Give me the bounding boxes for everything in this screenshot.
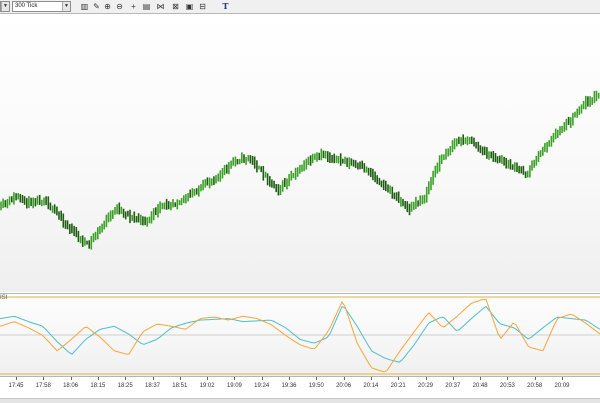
interval-value: 300 Tick bbox=[15, 3, 38, 9]
lock-icon[interactable]: ⊟ bbox=[197, 1, 208, 12]
horizontal-scrollbar[interactable] bbox=[0, 398, 600, 403]
time-axis: 17:45 17:58 18:06 18:15 18:25 18:37 18:51 19:02… bbox=[0, 376, 600, 403]
time-tick bbox=[316, 377, 317, 380]
time-tick-label: 20:29 bbox=[417, 383, 434, 389]
time-tick bbox=[480, 377, 481, 380]
time-tick-label: 17:58 bbox=[35, 383, 51, 389]
time-tick bbox=[398, 377, 399, 380]
time-tick-label: 20:58 bbox=[527, 383, 543, 389]
crosshair-icon[interactable]: + bbox=[128, 1, 139, 12]
time-tick-label: 18:15 bbox=[90, 383, 106, 389]
time-tick-label: 19:36 bbox=[281, 383, 297, 389]
chart-toolbar: ▼ 300 Tick ▼ ▥ ✎ ⊕ ⊖ + ▤ ⋈ ⊠ ▣ ⊟ T bbox=[0, 0, 600, 14]
chevron-down-icon: ▼ bbox=[62, 2, 70, 11]
time-tick-label: 18:25 bbox=[117, 383, 133, 389]
time-tick-label: 20:53 bbox=[499, 383, 515, 389]
zoom-out-icon[interactable]: ⊖ bbox=[114, 1, 125, 12]
time-tick bbox=[71, 377, 72, 380]
time-tick bbox=[453, 377, 454, 380]
time-tick bbox=[507, 377, 508, 380]
time-tick bbox=[262, 377, 263, 380]
time-tick-label: 19:09 bbox=[226, 383, 242, 389]
bar-style-icon[interactable]: ▥ bbox=[79, 1, 90, 12]
time-tick-label: 19:50 bbox=[308, 383, 324, 389]
instrument-select[interactable]: ▼ bbox=[0, 1, 10, 12]
time-tick bbox=[207, 377, 208, 380]
time-tick bbox=[344, 377, 345, 380]
chevron-down-icon: ▼ bbox=[1, 2, 9, 11]
time-tick bbox=[234, 377, 235, 380]
clipboard-icon[interactable]: ▣ bbox=[184, 1, 195, 12]
time-tick bbox=[98, 377, 99, 380]
time-tick-label: 20:06 bbox=[336, 383, 352, 389]
text-tool-icon[interactable]: T bbox=[220, 1, 231, 12]
indicator-label: ISI bbox=[0, 295, 8, 301]
time-tick-label: 20:09 bbox=[554, 383, 570, 389]
time-tick-label: 20:37 bbox=[445, 383, 461, 389]
interval-select[interactable]: 300 Tick ▼ bbox=[12, 1, 71, 12]
time-tick-label: 19:24 bbox=[254, 383, 270, 389]
time-tick-label: 19:02 bbox=[199, 383, 215, 389]
time-tick bbox=[289, 377, 290, 380]
zoom-in-icon[interactable]: ⊕ bbox=[102, 1, 113, 12]
time-tick-label: 18:51 bbox=[172, 383, 188, 389]
time-tick bbox=[371, 377, 372, 380]
time-tick bbox=[426, 377, 427, 380]
price-chart bbox=[0, 90, 600, 250]
time-tick bbox=[16, 377, 17, 380]
time-tick bbox=[125, 377, 126, 380]
time-tick bbox=[535, 377, 536, 380]
oscillator-line-teal bbox=[0, 305, 600, 363]
time-tick-label: 20:21 bbox=[390, 383, 406, 389]
indicator-panel[interactable]: ISI bbox=[0, 293, 600, 376]
time-tick-label: 20:14 bbox=[363, 383, 379, 389]
indicator-chart bbox=[0, 296, 600, 375]
time-tick-label: 17:45 bbox=[8, 383, 24, 389]
properties-icon[interactable]: ▤ bbox=[141, 1, 152, 12]
time-tick bbox=[180, 377, 181, 380]
time-tick-label: 18:06 bbox=[63, 383, 79, 389]
time-tick bbox=[562, 377, 563, 380]
time-tick-label: 18:37 bbox=[144, 383, 161, 389]
time-tick-label: 20:48 bbox=[472, 383, 488, 389]
time-tick bbox=[43, 377, 44, 380]
indicators-icon[interactable]: ⋈ bbox=[155, 1, 166, 12]
pencil-icon[interactable]: ✎ bbox=[91, 1, 102, 12]
strategies-icon[interactable]: ⊠ bbox=[170, 1, 181, 12]
price-panel[interactable] bbox=[0, 14, 600, 292]
oscillator-line-orange bbox=[0, 298, 600, 373]
time-tick bbox=[153, 377, 154, 380]
